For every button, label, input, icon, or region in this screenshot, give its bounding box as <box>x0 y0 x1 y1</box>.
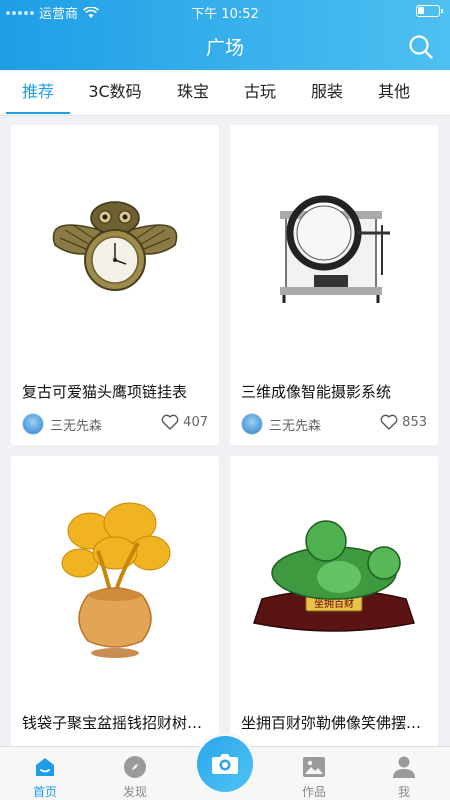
camera-button[interactable] <box>197 736 253 792</box>
compass-icon <box>124 756 146 778</box>
product-title: 坐拥百财弥勒佛像笑佛摆… <box>241 714 422 732</box>
product-card[interactable]: 复古可爱猫头鹰项链挂表 三无先森 407 <box>11 125 219 445</box>
product-title: 复古可爱猫头鹰项链挂表 <box>22 383 188 401</box>
category-tabs: 推荐 3C数码 珠宝 古玩 服装 其他 <box>0 70 450 116</box>
nav-works-label: 作品 <box>301 785 326 799</box>
picture-icon <box>303 757 325 777</box>
tab-active-indicator <box>6 112 70 114</box>
owl-pocket-watch-image <box>11 125 219 365</box>
avatar[interactable] <box>241 413 263 435</box>
money-tree-ornament-image <box>11 456 219 696</box>
heart-icon <box>380 414 398 430</box>
author-name: 三无先森 <box>269 419 322 434</box>
jade-buddha-statue-image: 坐拥百财 <box>230 456 438 696</box>
person-icon <box>393 756 415 778</box>
product-card[interactable]: 坐拥百财 坐拥百财弥勒佛像笑佛摆… <box>230 456 438 756</box>
search-icon[interactable] <box>408 34 434 60</box>
camera-icon <box>212 754 238 774</box>
avatar[interactable] <box>22 413 44 435</box>
status-bar: 运营商 下午 10:52 <box>0 0 450 22</box>
product-card[interactable]: 三维成像智能摄影系统 三无先森 853 <box>230 125 438 445</box>
product-card[interactable]: 钱袋子聚宝盆摇钱招财树… <box>11 456 219 756</box>
nav-home[interactable]: 首页 <box>10 747 80 800</box>
tab-jewelry[interactable]: 珠宝 <box>154 70 232 116</box>
page-title: 广场 <box>205 37 244 59</box>
nav-home-label: 首页 <box>32 785 57 799</box>
nav-discover[interactable]: 发现 <box>100 747 170 800</box>
like-button[interactable]: 407 <box>161 414 208 430</box>
nav-works[interactable]: 作品 <box>279 747 349 800</box>
tab-other[interactable]: 其他 <box>356 70 432 116</box>
like-count: 853 <box>402 414 427 430</box>
tab-recommend[interactable]: 推荐 <box>0 70 76 116</box>
header: 运营商 下午 10:52 广场 <box>0 0 450 70</box>
like-button[interactable]: 853 <box>380 414 427 430</box>
product-meta: 三无先森 853 <box>241 413 427 435</box>
nav-discover-label: 发现 <box>122 785 147 799</box>
battery-icon <box>416 5 443 17</box>
tab-clothing[interactable]: 服装 <box>289 70 365 116</box>
photo-studio-box-image <box>230 125 438 365</box>
status-time: 下午 10:52 <box>191 7 259 22</box>
tab-antiques[interactable]: 古玩 <box>222 70 298 116</box>
tab-3c-digital[interactable]: 3C数码 <box>76 70 154 116</box>
product-title: 三维成像智能摄影系统 <box>241 383 392 401</box>
nav-me-label: 我 <box>397 785 410 799</box>
heart-icon <box>161 414 179 430</box>
product-title: 钱袋子聚宝盆摇钱招财树… <box>22 714 203 732</box>
like-count: 407 <box>183 414 208 430</box>
nav-me[interactable]: 我 <box>369 747 439 800</box>
author-name: 三无先森 <box>50 419 103 434</box>
product-meta: 三无先森 407 <box>22 413 208 435</box>
home-icon <box>36 758 54 776</box>
